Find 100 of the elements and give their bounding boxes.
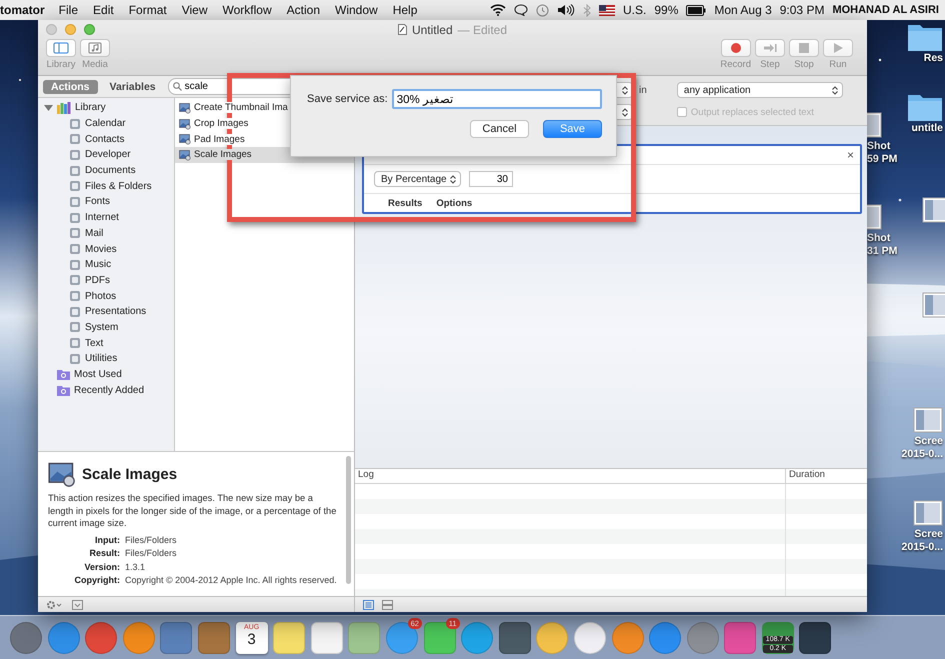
split-view-icon[interactable] [382,600,393,610]
screenshot-thumbnail-icon[interactable] [867,110,882,140]
library-item[interactable]: Utilities [38,351,174,367]
battery-icon[interactable] [686,4,706,16]
menu-bar-date[interactable]: Mon Aug 3 [714,3,772,17]
chevron-icon [622,86,628,94]
media-button[interactable] [80,39,110,57]
chevron-icon [450,174,456,184]
menu-item[interactable]: Window [335,3,378,17]
library-item[interactable]: Library [38,100,174,116]
library-item[interactable]: Text [38,335,174,351]
field-label: Result: [88,547,120,560]
desktop-label: 59 PM [867,153,898,166]
library-item[interactable]: Mail [38,226,174,242]
menu-bar-clock[interactable]: 9:03 PM [780,3,824,17]
window-title: Untitled [412,22,453,36]
app-icon[interactable] [310,622,343,654]
app-icon[interactable] [160,622,192,654]
category-icon [69,118,81,130]
desktop-label: 2015-0... [902,541,943,554]
amount-field[interactable]: 30 [469,171,513,187]
disclosure-triangle-icon[interactable] [44,103,53,112]
app-icon[interactable] [273,622,306,654]
panel-toggle-icon[interactable] [72,600,83,610]
app-menu[interactable]: tomator [0,3,45,17]
library-item[interactable]: Presentations [38,304,174,320]
battery-percent[interactable]: 99% [654,3,678,17]
desktop-label: 31 PM [867,245,898,258]
category-icon [69,180,81,192]
chevron-icon [832,86,838,94]
screenshot-thumbnail-icon[interactable] [913,498,943,528]
record-button[interactable] [720,39,751,57]
wifi-icon[interactable] [490,4,506,16]
minimize-button[interactable] [65,24,76,35]
library-item[interactable]: Music [38,256,174,273]
chevron-icon [622,108,628,116]
category-icon [69,337,81,350]
screenshot-thumbnail-icon[interactable] [913,405,943,435]
folder-icon[interactable] [907,92,943,122]
library-item[interactable]: Internet [38,210,174,226]
image-action-icon [179,148,191,161]
app-icon[interactable] [799,622,832,654]
gear-menu-icon[interactable] [46,600,64,610]
screenshot-thumbnail-icon[interactable] [922,290,945,320]
library-item[interactable]: Contacts [38,131,174,148]
dialog-button[interactable]: Cancel [470,120,529,138]
user-name[interactable]: MOHANAD AL ASIRI [832,4,939,16]
category-icon [69,243,81,256]
bluetooth-icon[interactable] [583,4,591,16]
category-icon [69,321,81,334]
toolbar-label: Library [46,59,76,70]
volume-icon[interactable] [557,4,575,16]
menu-item[interactable]: Action [286,3,320,17]
clock-icon[interactable] [536,4,549,16]
library-item[interactable]: Recently Added [38,382,174,398]
close-window-button[interactable] [46,24,57,35]
mode-popup[interactable]: By Percentage [374,171,461,187]
app-icon[interactable] [724,622,756,654]
library-item[interactable]: System [38,320,174,336]
field-value: 1.3.1 [125,560,146,573]
screenshot-thumbnail-icon[interactable] [922,195,945,225]
library-item[interactable]: Photos [38,288,174,304]
folder-icon[interactable] [907,22,943,52]
library-item[interactable]: Movies [38,241,174,257]
library-item[interactable]: Documents [38,162,174,178]
menu-item[interactable]: File [58,3,78,17]
menu-item[interactable]: View [182,3,208,17]
calendar-day: 3 [247,630,256,648]
card-tab[interactable]: Options [436,198,472,208]
stop-icon [796,42,812,54]
image-action-icon [48,460,76,488]
application-popup[interactable]: any application [676,82,843,98]
menu-item[interactable]: Workflow [222,3,272,17]
library-item[interactable]: PDFs [38,272,174,288]
image-action-icon [179,102,191,114]
scroll-bar[interactable] [346,456,351,584]
app-icon[interactable] [498,622,531,654]
library-item[interactable]: Files & Folders [38,178,174,194]
app-icon[interactable] [198,622,230,654]
list-view-icon[interactable] [363,600,374,610]
input-source[interactable]: U.S. [623,3,646,17]
library-button[interactable] [46,39,76,57]
desktop-label: Res [924,52,943,65]
library-item[interactable]: Developer [38,147,174,163]
service-name-field[interactable]: 30% تصغير [392,89,602,109]
library-item[interactable]: Fonts [38,194,174,210]
library-item[interactable]: Most Used [38,366,174,382]
chat-bubble-icon[interactable] [514,4,528,16]
flag-icon[interactable] [599,4,615,16]
menu-item[interactable]: Format [128,3,167,17]
category-icon [69,196,81,208]
toolbar-label: Record [720,59,751,70]
category-icon [69,306,81,318]
library-item[interactable]: Calendar [38,116,174,132]
card-tab[interactable]: Results [388,198,422,208]
zoom-button[interactable] [84,24,95,35]
menu-item[interactable]: Help [392,3,418,17]
screenshot-thumbnail-icon[interactable] [867,202,882,232]
library-tab[interactable]: Variables [102,80,164,94]
menu-item[interactable]: Edit [93,3,114,17]
